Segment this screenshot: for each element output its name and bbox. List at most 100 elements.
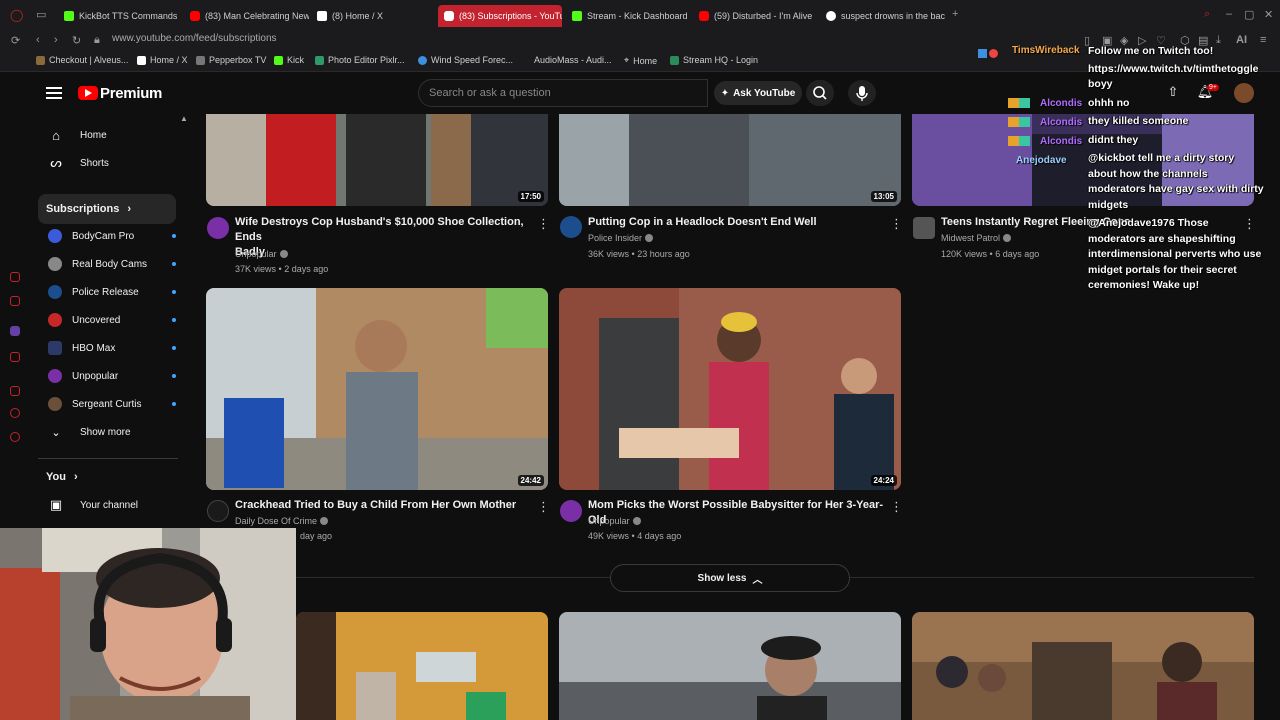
video-thumbnail[interactable] (912, 612, 1254, 720)
hamburger-menu-icon[interactable] (46, 87, 62, 99)
webcam-overlay (0, 528, 296, 720)
tab-google-search[interactable]: suspect drowns in the back (820, 5, 945, 27)
tab-disturbed[interactable]: (59) Disturbed - I'm Alive (693, 5, 818, 27)
video-thumbnail[interactable] (559, 612, 901, 720)
maximize-icon[interactable]: ▢ (1244, 8, 1254, 21)
duration-badge: 17:50 (517, 191, 544, 202)
ask-youtube-button[interactable]: ✦ Ask YouTube (714, 81, 802, 105)
tab-home-x[interactable]: (8) Home / X (311, 5, 436, 27)
channel-name[interactable]: Daily Dose Of Crime (235, 516, 329, 526)
bookmark-home[interactable]: ⌖ Home (624, 55, 657, 66)
tab-subscriptions[interactable]: (83) Subscriptions - YouTu (438, 5, 562, 27)
close-window-icon[interactable]: ✕ (1264, 8, 1273, 21)
sidebar-subscription-real-body-cams[interactable]: Real Body Cams (38, 250, 176, 278)
badge-icon (1008, 117, 1030, 127)
sidebar-subscription-uncovered[interactable]: Uncovered (38, 306, 176, 334)
kick-icon (64, 11, 74, 21)
sidebar-item-subscriptions[interactable]: Subscriptions › (38, 194, 176, 224)
tab-kickbot[interactable]: KickBot TTS Commands (58, 5, 183, 27)
show-more-button[interactable]: ⌄ Show more (38, 417, 176, 447)
sidebar-app-icon[interactable] (10, 296, 20, 306)
bookmark-kick[interactable]: Kick (274, 55, 304, 65)
video-thumbnail[interactable]: 17:50 (206, 114, 548, 206)
sidebar-app-icon[interactable] (10, 272, 20, 282)
chevron-right-icon: › (73, 471, 78, 483)
back-icon[interactable]: ‹ (36, 34, 40, 46)
video-thumbnail[interactable]: 24:42 (206, 288, 548, 490)
video-title[interactable]: Teens Instantly Regret Fleeing Cops (941, 215, 1130, 230)
your-channel-icon: ▣ (49, 497, 63, 512)
thumbnail-image (559, 288, 901, 490)
sidebar-divider (38, 458, 178, 459)
video-thumbnail[interactable] (296, 612, 548, 720)
video-options-icon[interactable] (890, 216, 903, 233)
youtube-logo-icon[interactable] (78, 86, 98, 100)
sidebar-subscription-sergeant-curtis[interactable]: Sergeant Curtis (38, 390, 176, 418)
sidebar-app-icon[interactable] (10, 386, 20, 396)
channel-name[interactable]: Police Insider (588, 233, 654, 243)
twitch-icon[interactable] (10, 326, 20, 336)
search-button[interactable] (806, 80, 834, 106)
duration-badge: 24:42 (517, 475, 544, 486)
channel-avatar[interactable] (560, 216, 582, 238)
channel-avatar[interactable] (207, 217, 229, 239)
sidebar-item-you[interactable]: You › (38, 462, 176, 492)
video-title[interactable]: Putting Cop in a Headlock Doesn't End We… (588, 215, 888, 230)
youtube-sidebar: ▲ ⌂ Home ᔕ Shorts Subscriptions › BodyCam P… (30, 114, 190, 534)
tab-man-celebrating[interactable]: (83) Man Celebrating New (184, 5, 309, 27)
x-icon (317, 11, 327, 21)
opera-logo-icon[interactable]: ◯ (10, 8, 23, 22)
sidebar-subscription-bodycam-pro[interactable]: BodyCam Pro (38, 222, 176, 250)
youtube-brand[interactable]: Premium (100, 85, 162, 102)
thumbnail-image (206, 114, 548, 206)
bookmark-pixlr[interactable]: Photo Editor Pixlr... (315, 55, 405, 65)
forward-icon[interactable]: › (54, 34, 58, 46)
minimize-icon[interactable]: – (1226, 8, 1232, 20)
video-options-icon[interactable] (537, 216, 550, 233)
bookmark-audiomass[interactable]: AudioMass - Audi... (534, 55, 612, 65)
sidebar-subscription-unpopular[interactable]: Unpopular (38, 362, 176, 390)
location-pin-icon: ⌖ (624, 55, 630, 65)
new-content-dot (172, 262, 176, 266)
tab-kick-dashboard[interactable]: Stream - Kick Dashboard (566, 5, 691, 27)
reload-icon[interactable]: ↻ (72, 34, 81, 47)
bookmark-wind-speed[interactable]: Wind Speed Forec... (418, 55, 513, 65)
sidebar-item-your-channel[interactable]: ▣ Your channel (38, 490, 176, 520)
video-thumbnail[interactable]: 13:05 (559, 114, 901, 206)
bookmark-stream-hq[interactable]: Stream HQ - Login (670, 55, 758, 65)
new-content-dot (172, 234, 176, 238)
reload-sidebar-icon[interactable]: ⟳ (11, 34, 20, 47)
video-options-icon[interactable] (537, 499, 550, 516)
channel-avatar[interactable] (560, 500, 582, 522)
channel-name[interactable]: Midwest Patrol (941, 233, 1012, 243)
verified-icon (632, 517, 641, 525)
bookmark-checkout[interactable]: Checkout | Alveus... (36, 55, 128, 65)
voice-search-button[interactable] (848, 80, 876, 106)
video-title[interactable]: Crackhead Tried to Buy a Child From Her … (235, 498, 535, 513)
sidebar-subscription-hbo-max[interactable]: HBO Max (38, 334, 176, 362)
url-field[interactable]: www.youtube.com/feed/subscriptions (112, 33, 277, 44)
sidebar-subscription-police-release[interactable]: Police Release (38, 278, 176, 306)
video-thumbnail[interactable]: 24:24 (559, 288, 901, 490)
new-tab-button[interactable]: + (952, 8, 958, 20)
video-stats: 36K views • 23 hours ago (588, 249, 690, 259)
history-icon[interactable] (10, 408, 20, 418)
sidebar-item-shorts[interactable]: ᔕ Shorts (38, 148, 176, 178)
channel-avatar[interactable] (207, 500, 229, 522)
sidebar-item-home[interactable]: ⌂ Home (38, 120, 176, 150)
pepperbox-icon (196, 55, 205, 65)
search-input[interactable]: Search or ask a question (418, 79, 708, 107)
settings-icon[interactable] (10, 432, 20, 442)
bookmark-home-x[interactable]: Home / X (137, 55, 188, 65)
tab-menu-icon[interactable]: ▭ (36, 8, 46, 21)
show-less-button[interactable]: Show less ︿ (610, 564, 850, 592)
webcam-image (0, 528, 296, 720)
channel-name[interactable]: Unpopular (235, 249, 288, 259)
search-tabs-icon[interactable]: ⌕ (1204, 8, 1210, 21)
video-options-icon[interactable] (890, 499, 903, 516)
channel-avatar[interactable] (913, 217, 935, 239)
bookmark-pepperbox[interactable]: Pepperbox TV (196, 55, 266, 65)
channel-name[interactable]: Unpopular (588, 516, 641, 526)
sidebar-app-icon[interactable] (10, 352, 20, 362)
scroll-up-icon[interactable]: ▲ (180, 114, 188, 123)
